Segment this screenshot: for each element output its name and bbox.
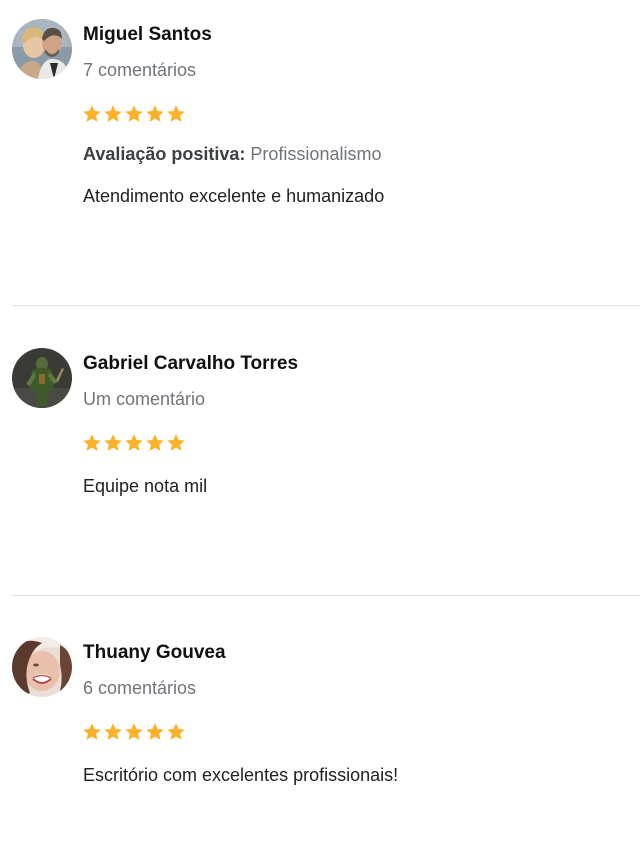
review-text: Escritório com excelentes profissionais! xyxy=(83,765,399,785)
star-icon xyxy=(83,105,101,122)
star-icon xyxy=(125,105,143,122)
star-icon xyxy=(167,723,185,740)
star-icon xyxy=(167,105,185,122)
star-icon xyxy=(146,105,164,122)
star-rating xyxy=(82,433,186,455)
reviewer-comment-count: 6 comentários xyxy=(83,678,197,698)
reviewer-name[interactable]: Gabriel Carvalho Torres xyxy=(83,353,298,375)
star-rating xyxy=(82,104,186,126)
positive-review-value: Profissionalismo xyxy=(250,144,382,164)
review-text: Equipe nota mil xyxy=(83,476,208,496)
positive-review-attribute: Avaliação positiva: Profissionalismo xyxy=(83,144,381,165)
star-rating xyxy=(82,722,186,744)
reviewer-name[interactable]: Miguel Santos xyxy=(83,24,212,46)
avatar[interactable] xyxy=(12,637,72,697)
star-icon xyxy=(104,105,122,122)
star-icon xyxy=(83,723,101,740)
star-icon xyxy=(146,723,164,740)
star-icon xyxy=(125,723,143,740)
review-divider xyxy=(12,595,640,596)
star-icon xyxy=(104,723,122,740)
review-divider xyxy=(12,305,640,306)
star-icon xyxy=(83,434,101,451)
reviewer-name[interactable]: Thuany Gouvea xyxy=(83,642,226,664)
reviewer-comment-count: Um comentário xyxy=(83,389,206,409)
star-icon xyxy=(167,434,185,451)
profile-photo-couple-icon xyxy=(12,19,72,79)
avatar[interactable] xyxy=(12,348,72,408)
avatar[interactable] xyxy=(12,19,72,79)
reviewer-comment-count: 7 comentários xyxy=(83,60,197,80)
profile-photo-character-icon xyxy=(12,348,72,408)
review-text: Atendimento excelente e humanizado xyxy=(83,186,385,206)
positive-review-label: Avaliação positiva: xyxy=(83,144,246,164)
star-icon xyxy=(104,434,122,451)
profile-photo-woman-icon xyxy=(12,637,72,697)
star-icon xyxy=(125,434,143,451)
star-icon xyxy=(146,434,164,451)
